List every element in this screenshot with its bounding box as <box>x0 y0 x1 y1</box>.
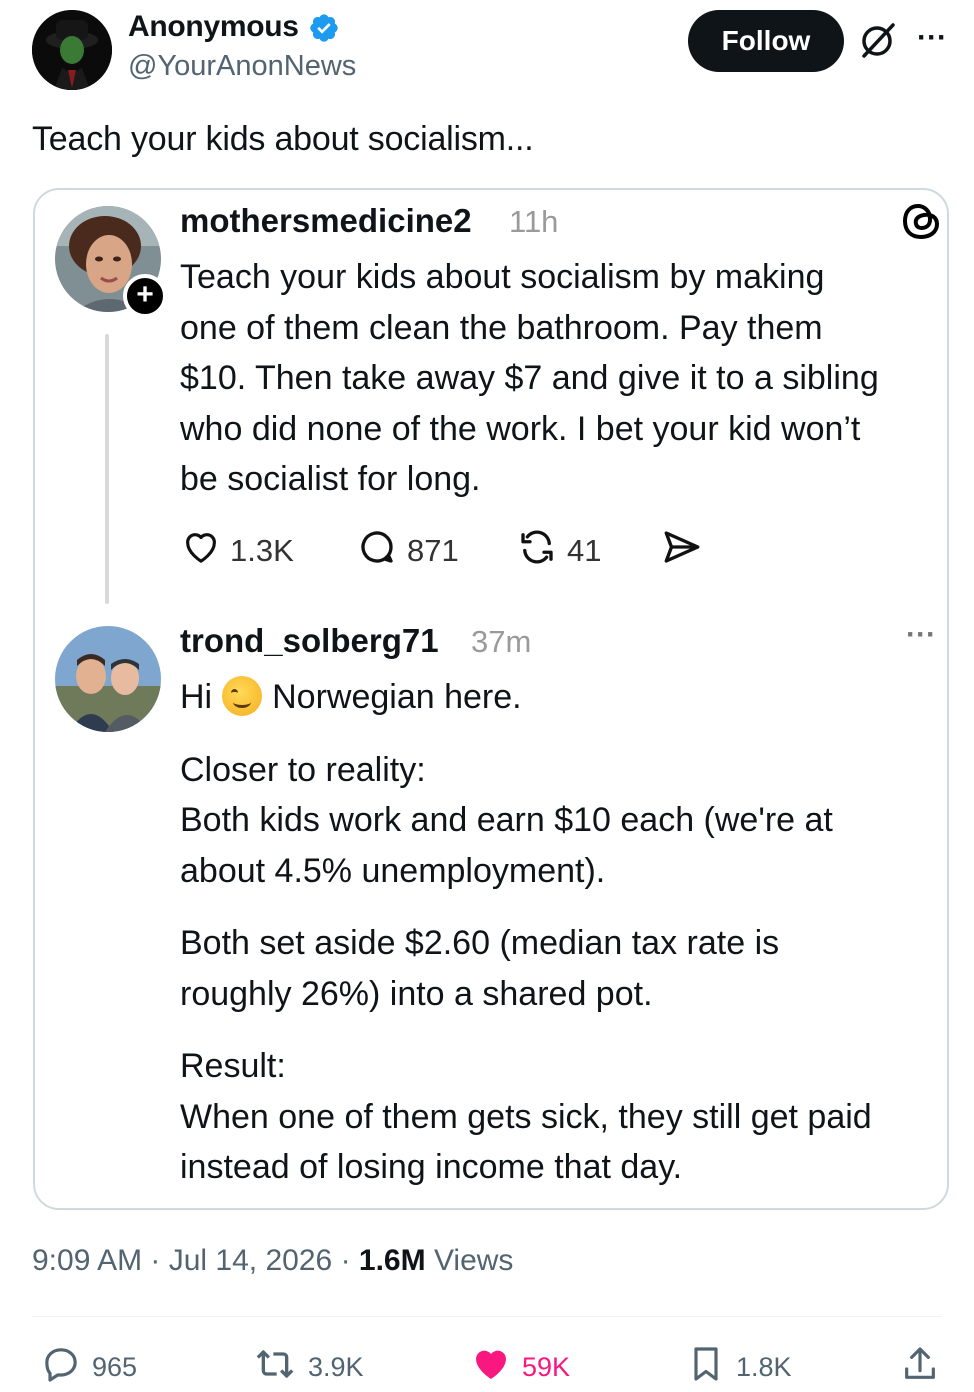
post1-like-count: 1.3K <box>230 533 294 568</box>
tweet-text: Teach your kids about socialism... <box>32 120 534 158</box>
reply-button[interactable]: 965 <box>40 1346 137 1388</box>
heart-filled-icon <box>470 1344 522 1391</box>
bookmark-count: 1.8K <box>736 1351 792 1382</box>
share-upload-icon <box>900 1343 950 1392</box>
bookmark-button[interactable]: 1.8K <box>686 1346 792 1388</box>
follow-button[interactable]: Follow <box>688 10 844 72</box>
post1-reply-stat[interactable]: 871 <box>355 526 459 576</box>
separator-dot: · <box>340 1244 359 1277</box>
post2-line: about 4.5% unemployment). <box>180 851 606 890</box>
verified-badge-icon <box>308 12 340 44</box>
post2-greeting: Hi Norwegian here. <box>180 672 947 723</box>
post2-line: roughly 26%) into a shared pot. <box>180 974 653 1013</box>
post2-paragraph-1: Closer to reality: Both kids work and ea… <box>180 745 947 897</box>
like-count: 59K <box>522 1351 571 1382</box>
more-options-icon[interactable]: ··· <box>914 23 950 56</box>
post2-paragraph-3: Result: When one of them gets sick, they… <box>180 1041 947 1193</box>
post2-body: Hi Norwegian here. Closer to reality: Bot… <box>180 672 947 1208</box>
reply-count: 965 <box>92 1351 138 1382</box>
follow-plus-icon[interactable]: + <box>123 274 167 318</box>
threads-logo-icon <box>901 200 943 242</box>
grok-icon[interactable] <box>858 20 898 60</box>
views-label: Views <box>433 1244 514 1277</box>
divider <box>32 1316 942 1317</box>
post1-reply-count: 871 <box>407 533 459 568</box>
post2-username[interactable]: trond_solberg71 <box>180 622 439 660</box>
post1-repost-stat[interactable]: 41 <box>515 526 601 576</box>
greeting-hi: Hi <box>180 678 213 716</box>
embedded-threads-card[interactable]: + mothersmedicine2 11h Teach your kids a… <box>33 188 949 1210</box>
repost-button[interactable]: 3.9K <box>252 1346 364 1388</box>
post1-line: who did none of the work. I bet your kid… <box>180 409 861 448</box>
author-handle[interactable]: @YourAnonNews <box>128 50 356 83</box>
trond-solberg71-avatar[interactable] <box>55 626 161 732</box>
post1-time: 11h <box>509 204 559 239</box>
thread-connector-line <box>105 334 109 604</box>
author-name[interactable]: Anonymous <box>128 10 299 44</box>
tweet-time[interactable]: 9:09 AM <box>32 1244 142 1277</box>
post2-line: instead of losing income that day. <box>180 1148 683 1186</box>
send-icon <box>660 526 712 576</box>
like-button[interactable]: 59K <box>470 1346 570 1388</box>
author-avatar[interactable] <box>32 10 112 90</box>
tweet-metadata: 9:09 AM · Jul 14, 2026 · 1.6M Views <box>32 1244 513 1278</box>
bookmark-icon <box>686 1343 736 1392</box>
post2-line: Closer to reality: <box>180 750 426 789</box>
retweet-icon <box>252 1344 308 1391</box>
repost-icon <box>515 526 567 576</box>
post2-line: Both kids work and earn $10 each (we're … <box>180 801 833 839</box>
greeting-rest: Norwegian here. <box>272 678 522 716</box>
post1-line: $10. Then take away $7 and give it to a … <box>180 359 879 397</box>
post1-body: Teach your kids about socialism by makin… <box>180 252 947 505</box>
post1-share-stat[interactable] <box>660 526 712 576</box>
heart-outline-icon <box>180 527 230 575</box>
post1-username[interactable]: mothersmedicine2 <box>180 202 472 240</box>
post2-line: When one of them gets sick, they still g… <box>180 1097 872 1136</box>
post2-line: Both set aside $2.60 (median tax rate is <box>180 924 780 962</box>
post2-paragraph-2: Both set aside $2.60 (median tax rate is… <box>180 918 947 1019</box>
post1-repost-count: 41 <box>567 533 602 568</box>
post1-line: one of them clean the bathroom. Pay them <box>180 308 823 347</box>
views-count: 1.6M <box>358 1244 426 1277</box>
post2-time: 37m <box>471 624 532 659</box>
reply-icon <box>40 1344 92 1391</box>
post2-more-icon[interactable]: ··· <box>899 620 943 650</box>
tweet-date[interactable]: Jul 14, 2026 <box>169 1244 332 1277</box>
post1-line: be socialist for long. <box>180 460 481 498</box>
share-button[interactable] <box>900 1346 950 1388</box>
post2-line: Result: <box>180 1047 286 1085</box>
separator-dot: · <box>150 1244 169 1277</box>
comment-bubble-icon <box>355 526 407 576</box>
post1-line: Teach your kids about socialism by makin… <box>180 258 825 296</box>
repost-count: 3.9K <box>308 1351 364 1382</box>
smiling-emoji-icon <box>222 676 263 716</box>
post1-like-stat[interactable]: 1.3K <box>180 526 294 576</box>
